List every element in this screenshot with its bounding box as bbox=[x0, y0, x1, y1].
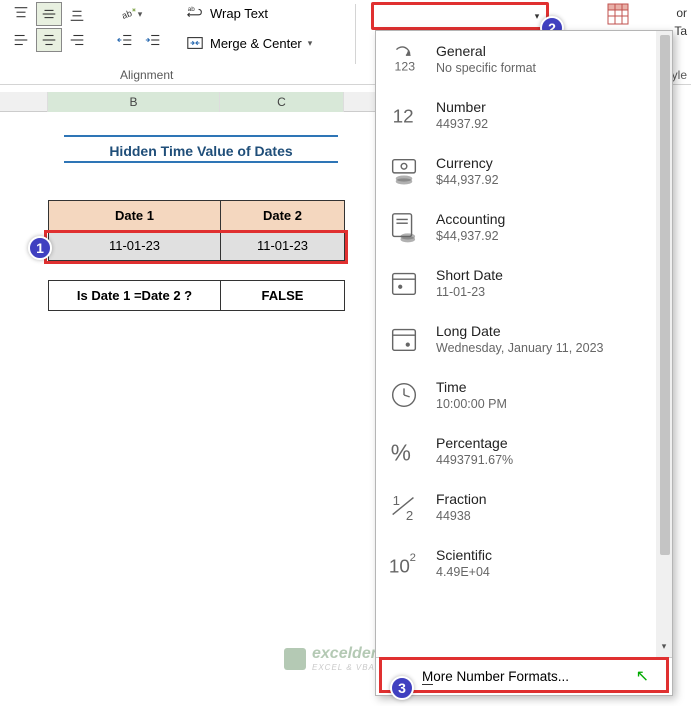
align-bottom-button[interactable] bbox=[64, 2, 90, 26]
format-option-title: Time bbox=[436, 379, 507, 395]
wrap-text-button[interactable]: ab Wrap Text bbox=[186, 4, 268, 22]
format-option-title: Percentage bbox=[436, 435, 513, 451]
format-option-preview: 11-01-23 bbox=[436, 285, 503, 299]
format-option-title: Fraction bbox=[436, 491, 487, 507]
increase-indent-button[interactable] bbox=[140, 28, 166, 52]
format-option-title: Currency bbox=[436, 155, 499, 171]
number-format-combobox[interactable]: ▾ bbox=[373, 4, 547, 28]
align-right-button[interactable] bbox=[64, 28, 90, 52]
alignment-buttons-group bbox=[8, 2, 90, 54]
merge-center-label: Merge & Center bbox=[210, 36, 302, 51]
format-option-preview: 10:00:00 PM bbox=[436, 397, 507, 411]
mnf-accel: M bbox=[422, 669, 433, 685]
dropdown-list: 123GeneralNo specific format12Number4493… bbox=[376, 31, 656, 657]
time-icon bbox=[386, 377, 422, 413]
scrollbar-thumb[interactable] bbox=[660, 35, 670, 555]
fraction-icon: 12 bbox=[386, 489, 422, 525]
format-option-title: Number bbox=[436, 99, 488, 115]
ribbon-divider bbox=[355, 4, 356, 64]
cell-date2[interactable]: 11-01-23 bbox=[221, 231, 345, 261]
svg-text:2: 2 bbox=[410, 552, 416, 564]
format-option-title: General bbox=[436, 43, 536, 59]
align-top-button[interactable] bbox=[8, 2, 34, 26]
sheet-title[interactable]: Hidden Time Value of Dates bbox=[64, 135, 338, 163]
align-center-button[interactable] bbox=[36, 28, 62, 52]
format-option-number[interactable]: 12 Number 44937.92 bbox=[376, 87, 656, 143]
format-option-preview: No specific format bbox=[436, 61, 536, 75]
align-middle-button[interactable] bbox=[36, 2, 62, 26]
currency-icon bbox=[386, 153, 422, 189]
svg-text:ab: ab bbox=[120, 8, 133, 21]
svg-text:ab: ab bbox=[188, 6, 196, 13]
scroll-down-icon[interactable]: ▾ bbox=[658, 641, 670, 655]
mnf-rest: ore Number Formats... bbox=[433, 669, 569, 684]
decrease-indent-button[interactable] bbox=[112, 28, 138, 52]
svg-text:12: 12 bbox=[393, 107, 414, 128]
partial-text-ta: Ta bbox=[674, 24, 687, 38]
format-option-preview: 44938 bbox=[436, 509, 487, 523]
svg-text:10: 10 bbox=[389, 556, 410, 577]
number-format-dropdown: 123GeneralNo specific format12Number4493… bbox=[375, 30, 673, 696]
merge-center-button[interactable]: Merge & Center ▾ bbox=[186, 34, 312, 52]
scrollbar[interactable]: ▾ bbox=[656, 31, 672, 657]
format-option-currency[interactable]: Currency $44,937.92 bbox=[376, 143, 656, 199]
svg-text:123: 123 bbox=[395, 59, 416, 73]
format-option-scientific[interactable]: 102 Scientific 4.49E+04 bbox=[376, 535, 656, 591]
format-option-title: Long Date bbox=[436, 323, 603, 339]
format-option-preview: $44,937.92 bbox=[436, 173, 499, 187]
svg-text:2: 2 bbox=[406, 508, 413, 523]
format-option-preview: 44937.92 bbox=[436, 117, 488, 131]
scientific-icon: 102 bbox=[386, 545, 422, 581]
format-option-preview: $44,937.92 bbox=[436, 229, 505, 243]
percentage-icon: % bbox=[386, 433, 422, 469]
partial-text-or: or bbox=[676, 6, 687, 20]
chevron-down-icon[interactable]: ▾ bbox=[308, 38, 313, 49]
format-option-title: Accounting bbox=[436, 211, 505, 227]
format-option-preview: 4493791.67% bbox=[436, 453, 513, 467]
header-date2[interactable]: Date 2 bbox=[221, 201, 345, 231]
alignment-group-label: Alignment bbox=[120, 68, 173, 82]
column-header-a[interactable] bbox=[0, 92, 48, 112]
cell-styles-button[interactable] bbox=[606, 2, 630, 31]
format-option-general[interactable]: 123 General No specific format bbox=[376, 31, 656, 87]
format-option-preview: Wednesday, January 11, 2023 bbox=[436, 341, 603, 355]
format-option-shortdate[interactable]: Short Date 11-01-23 bbox=[376, 255, 656, 311]
svg-text:1: 1 bbox=[393, 493, 400, 508]
shortdate-icon bbox=[386, 265, 422, 301]
longdate-icon bbox=[386, 321, 422, 357]
format-option-fraction[interactable]: 12 Fraction 44938 bbox=[376, 479, 656, 535]
orientation-button[interactable]: ab▾ bbox=[112, 2, 150, 26]
result-table: Is Date 1 =Date 2 ? FALSE bbox=[48, 280, 345, 311]
accounting-icon bbox=[386, 209, 422, 245]
column-header-b[interactable]: B bbox=[48, 92, 220, 112]
align-left-button[interactable] bbox=[8, 28, 34, 52]
svg-text:%: % bbox=[391, 439, 411, 465]
cursor-icon: ↖ bbox=[636, 666, 649, 686]
callout-1: 1 bbox=[28, 236, 52, 260]
format-option-title: Short Date bbox=[436, 267, 503, 283]
wrap-text-label: Wrap Text bbox=[210, 6, 268, 21]
column-header-c[interactable]: C bbox=[220, 92, 344, 112]
watermark-icon bbox=[284, 648, 306, 670]
format-option-longdate[interactable]: Long Date Wednesday, January 11, 2023 bbox=[376, 311, 656, 367]
format-option-title: Scientific bbox=[436, 547, 492, 563]
format-option-percentage[interactable]: % Percentage 4493791.67% bbox=[376, 423, 656, 479]
column-headers: B C bbox=[0, 92, 380, 112]
cell-question[interactable]: Is Date 1 =Date 2 ? bbox=[49, 281, 221, 311]
cell-result[interactable]: FALSE bbox=[221, 281, 345, 311]
format-option-preview: 4.49E+04 bbox=[436, 565, 492, 579]
general-icon: 123 bbox=[386, 41, 422, 77]
cell-date1[interactable]: 11-01-23 bbox=[49, 231, 221, 261]
more-number-formats-item[interactable]: More Number Formats... bbox=[376, 657, 672, 695]
format-option-time[interactable]: Time 10:00:00 PM bbox=[376, 367, 656, 423]
format-option-accounting[interactable]: Accounting $44,937.92 bbox=[376, 199, 656, 255]
dates-table: Date 1 Date 2 11-01-23 11-01-23 bbox=[48, 200, 345, 261]
callout-3: 3 bbox=[390, 676, 414, 700]
number-icon: 12 bbox=[386, 97, 422, 133]
header-date1[interactable]: Date 1 bbox=[49, 201, 221, 231]
